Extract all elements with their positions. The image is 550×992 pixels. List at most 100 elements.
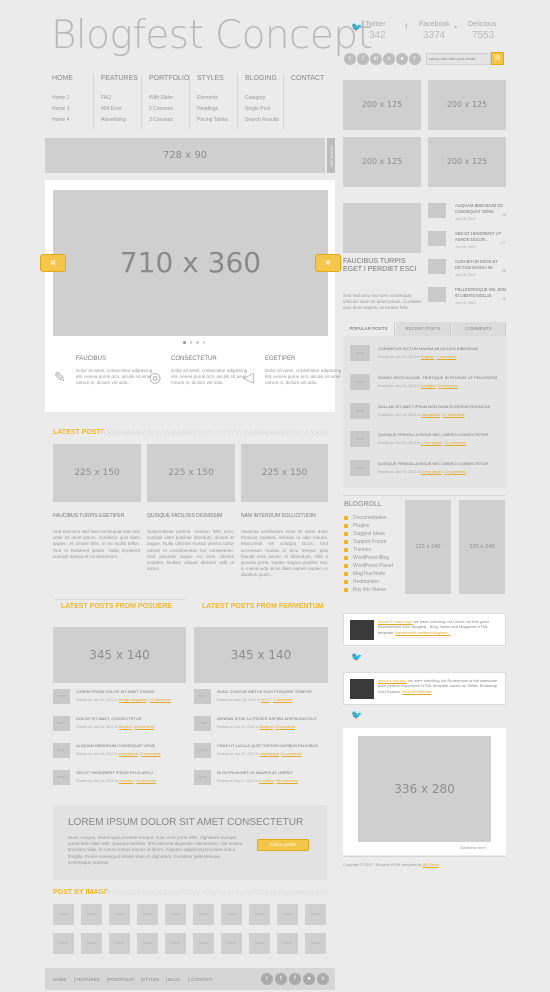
- item-title[interactable]: SED ET HENDRERIT IPSUM FELIS ARCU: [76, 770, 153, 775]
- meta-comments[interactable]: 8 comments: [276, 725, 296, 729]
- blogroll-label[interactable]: Themes: [353, 547, 371, 553]
- twitter-icon[interactable]: t: [275, 973, 287, 985]
- list-item[interactable]: 50x50 LOREM IPSUM DOLOR SIT AMET CRASIS Po…: [53, 689, 186, 704]
- footer-link[interactable]: FEATURES: [76, 977, 108, 984]
- image-thumb[interactable]: 50x50: [221, 933, 242, 954]
- cta-button[interactable]: Call to action: [257, 839, 309, 851]
- nav-subitem[interactable]: Category: [245, 93, 279, 104]
- image-thumb[interactable]: 50x50: [221, 904, 242, 925]
- slider-dot[interactable]: [189, 341, 192, 344]
- vimeo-icon[interactable]: v: [317, 973, 329, 985]
- post-thumb[interactable]: 225 x 150: [241, 444, 328, 502]
- item-title[interactable]: PELLENTESQUE VEL SEM ID LIBERO MOLLIS: [455, 287, 507, 298]
- image-thumb[interactable]: 50x50: [109, 933, 130, 954]
- nav-subitem[interactable]: Advertising: [101, 115, 138, 126]
- tweet-link[interactable]: themeforest.net/item/blogfest...: [395, 630, 450, 635]
- advertise-tab[interactable]: ADVERTISE HERE: [327, 138, 335, 173]
- meta-category[interactable]: Lorem ipsum: [421, 441, 442, 445]
- nav-contact[interactable]: CONTACT: [283, 74, 324, 129]
- item-title[interactable]: QUISQUE FRINGILLA RISUS NEC LIBERO CONSE…: [378, 461, 488, 466]
- blogroll-link[interactable]: WordPress Planet: [344, 562, 393, 570]
- nav-label[interactable]: HOME: [52, 74, 73, 83]
- meta-comments[interactable]: 5 comments: [141, 752, 161, 756]
- image-thumb[interactable]: 50x50: [249, 933, 270, 954]
- nav-features[interactable]: FEATURES FAQ 404 Error Advertising: [93, 74, 138, 129]
- image-thumb[interactable]: 50x50: [165, 904, 186, 925]
- list-item[interactable]: 50x50 NUNC CONGUE METUS DUIS POSUERE TEMP…: [194, 689, 328, 704]
- blogroll-ad[interactable]: 125 x 240: [405, 500, 451, 594]
- blogroll-label[interactable]: Documentation: [353, 515, 387, 521]
- side-ad[interactable]: 200 x 125: [343, 80, 421, 130]
- meta-comments[interactable]: 0 comments: [438, 384, 458, 388]
- post-title[interactable]: NAM INTERDUM SOLLICITUDIN: [241, 513, 316, 520]
- meta-category[interactable]: inspirational: [421, 413, 440, 417]
- nav-subitem[interactable]: Headings: [197, 104, 228, 115]
- meta-category[interactable]: Sci-Fi: [261, 698, 270, 702]
- meta-comments[interactable]: 32 comments: [444, 470, 466, 474]
- blogroll-ad[interactable]: 125 x 240: [459, 500, 505, 594]
- subscribe-input[interactable]: subsc ribe with your email: [426, 53, 491, 65]
- blogroll-link[interactable]: Suggest Ideas: [344, 530, 385, 538]
- blogroll-label[interactable]: MagTrueVisde: [353, 571, 385, 577]
- image-thumb[interactable]: 50x50: [193, 904, 214, 925]
- linkedin-icon[interactable]: in: [370, 53, 382, 65]
- nav-label[interactable]: STYLES: [197, 74, 228, 83]
- nav-label[interactable]: FEATURES: [101, 74, 138, 83]
- meta-comments[interactable]: 32 comments: [444, 441, 466, 445]
- image-thumb[interactable]: 50x50: [137, 904, 158, 925]
- item-title[interactable]: ALIQUAM BIBENDUM CONSEQUAT VIENE: [76, 743, 155, 748]
- meta-category[interactable]: Blogfest: [119, 725, 132, 729]
- image-thumb[interactable]: 50x50: [305, 904, 326, 925]
- meta-category[interactable]: inspirational: [260, 752, 279, 756]
- post-thumb[interactable]: 225 x 150: [147, 444, 235, 502]
- image-thumb[interactable]: 50x50: [277, 933, 298, 954]
- tab-popular[interactable]: POPULAR POSTS: [343, 322, 395, 336]
- meta-comments[interactable]: 3 comments: [437, 355, 457, 359]
- nav-subitem[interactable]: Pricing Tables: [197, 115, 228, 126]
- meta-category[interactable]: Curabitur: [259, 779, 274, 783]
- blogroll-link[interactable]: Plugins: [344, 522, 369, 530]
- image-thumb[interactable]: 50x50: [137, 933, 158, 954]
- slider-dot[interactable]: [202, 341, 205, 344]
- slider-dot[interactable]: [196, 341, 199, 344]
- flickr-icon[interactable]: ●: [396, 53, 408, 65]
- meta-category[interactable]: inspirational: [119, 752, 138, 756]
- footer-link[interactable]: BLOG: [168, 977, 189, 984]
- side-list-item[interactable]: CURABITUR EROS ET DICTUM MAGNA MI Jun 18,…: [428, 259, 506, 277]
- slider-image[interactable]: 710 x 360: [53, 190, 328, 336]
- item-title[interactable]: ALIQUAM BIBENDUM ED CONSEQUAT VIENE: [455, 203, 507, 214]
- list-item[interactable]: 50x50 IN RUTRUM METUS MAURIS AT LIBERO Pos…: [194, 770, 328, 785]
- nav-subitem[interactable]: With Slider: [149, 93, 189, 104]
- blogroll-label[interactable]: Buy this theme: [353, 587, 386, 593]
- featured-title[interactable]: FAUCIBUS TURPIS EGET I PERDIET ESCI: [343, 258, 423, 275]
- item-title[interactable]: DOLOR SIT AMET, CONSECTETUR: [76, 716, 142, 721]
- popular-item[interactable]: 50x50 CURABITUR DICTUM MAGNA MI IACULIS B…: [350, 345, 500, 361]
- nav-subitem[interactable]: FAQ: [101, 93, 138, 104]
- meta-comments[interactable]: 2 comments: [273, 698, 293, 702]
- twitter-icon[interactable]: t: [344, 53, 356, 65]
- avatar[interactable]: [350, 679, 374, 699]
- blogroll-label[interactable]: Plugins: [353, 523, 369, 529]
- nav-subitem[interactable]: 2 Columns: [149, 104, 189, 115]
- image-thumb[interactable]: 50x50: [193, 933, 214, 954]
- list-item[interactable]: 50x50 DOLOR SIT AMET, CONSECTETUR Posted o…: [53, 716, 186, 731]
- item-title[interactable]: NULLAM SIT AMET IPSUM NON DIAM ELEIFEND …: [378, 404, 490, 409]
- slider-dot[interactable]: [183, 341, 186, 344]
- image-thumb[interactable]: 50x50: [81, 933, 102, 954]
- copyright-author[interactable]: BB Cloud: [423, 863, 439, 867]
- side-ad[interactable]: 200 x 125: [343, 137, 421, 187]
- list-item[interactable]: 50x50 CRAS UT LIGULA QUIS TORTOR DAPIBUS …: [194, 743, 328, 758]
- slider-next-button[interactable]: »: [315, 254, 341, 272]
- advertise-link[interactable]: Advertise here: [460, 845, 486, 850]
- flickr-icon[interactable]: ●: [303, 973, 315, 985]
- side-list-item[interactable]: PELLENTESQUE VEL SEM ID LIBERO MOLLIS Jun…: [428, 287, 507, 305]
- blogroll-link[interactable]: Support Forum: [344, 538, 386, 546]
- tweet-time[interactable]: about 20 hours ago: [378, 619, 412, 624]
- meta-comments[interactable]: 8 comments: [136, 779, 156, 783]
- blogroll-label[interactable]: Support Forum: [353, 539, 386, 545]
- blogroll-link[interactable]: Documentation: [344, 514, 387, 522]
- meta-category[interactable]: Blogfest: [421, 355, 434, 359]
- meta-comments[interactable]: 21 comments: [443, 413, 465, 417]
- footer-link[interactable]: STYLES: [142, 977, 168, 984]
- image-thumb[interactable]: 50x50: [81, 904, 102, 925]
